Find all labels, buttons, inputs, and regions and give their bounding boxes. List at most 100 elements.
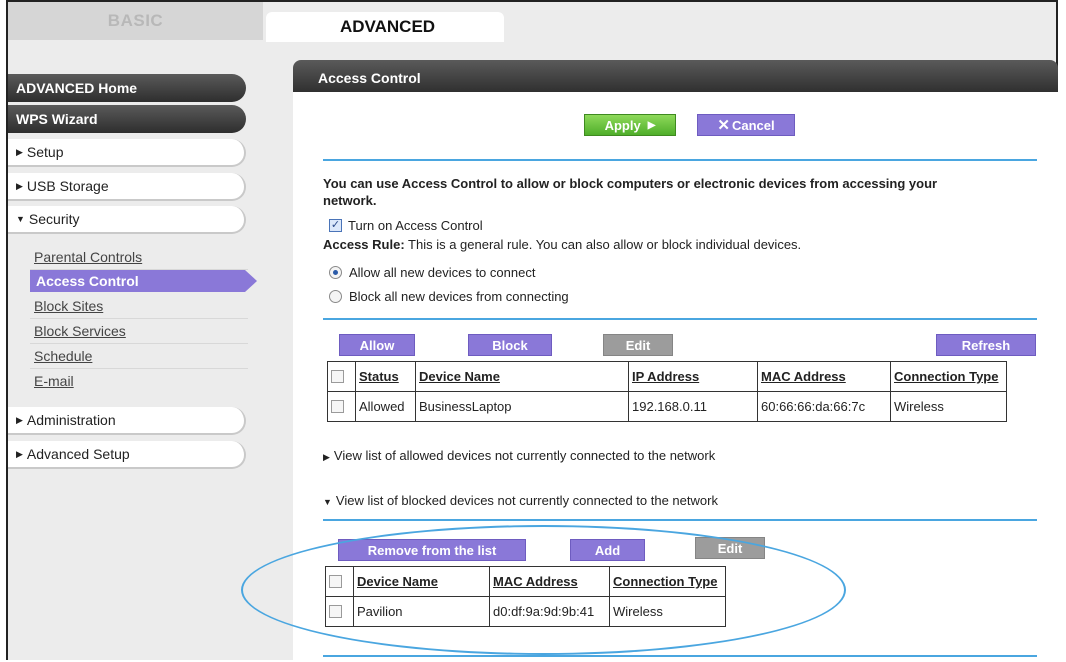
tab-advanced[interactable]: ADVANCED <box>266 12 504 42</box>
sidebar-divider <box>30 318 248 319</box>
sidebar-wps-wizard-label: WPS Wizard <box>16 111 98 127</box>
access-control-panel: Apply ▶ ✕ Cancel You can use Access Cont… <box>293 92 1058 662</box>
panel-title-text: Access Control <box>318 70 421 86</box>
allow-button-label: Allow <box>359 337 395 353</box>
remove-button-label: Remove from the list <box>367 542 497 558</box>
triangle-down-icon: ▼ <box>16 214 25 224</box>
ip-address-cell: 192.168.0.11 <box>628 391 758 422</box>
status-cell: Allowed <box>355 391 416 422</box>
sidebar-administration-label: Administration <box>26 412 116 428</box>
view-allowed-link[interactable]: ▶ View list of allowed devices not curren… <box>323 448 715 463</box>
blocked-edit-button-label: Edit <box>717 540 743 556</box>
select-all-cell <box>325 566 354 597</box>
triangle-down-icon: ▼ <box>323 497 332 507</box>
table-header-row: Device Name MAC Address Connection Type <box>325 566 726 597</box>
select-all-checkbox[interactable] <box>329 575 342 588</box>
col-connection-type[interactable]: Connection Type <box>609 566 726 597</box>
sidebar-setup[interactable]: ▶ Setup <box>8 139 246 167</box>
col-mac-address[interactable]: MAC Address <box>489 566 610 597</box>
sidebar-item-block-services[interactable]: Block Services <box>34 323 126 339</box>
active-arrow-icon <box>245 270 257 292</box>
section-divider <box>323 519 1037 521</box>
intro-text-line2: network. <box>323 193 377 208</box>
block-button-label: Block <box>492 337 528 353</box>
sidebar-item-email[interactable]: E-mail <box>34 373 74 389</box>
triangle-right-icon: ▶ <box>323 452 330 462</box>
col-connection-type[interactable]: Connection Type <box>890 361 1007 392</box>
sidebar-security-label: Security <box>28 211 80 227</box>
blocked-devices-table: Device Name MAC Address Connection Type … <box>325 566 726 627</box>
allow-all-radio[interactable] <box>329 266 342 279</box>
edit-button[interactable]: Edit <box>603 334 673 356</box>
turn-on-access-control-checkbox[interactable]: ✓ <box>329 219 342 232</box>
triangle-right-icon: ▶ <box>16 448 23 459</box>
panel-title: Access Control <box>293 60 1058 92</box>
sidebar-advanced-setup-label: Advanced Setup <box>26 446 130 462</box>
refresh-button[interactable]: Refresh <box>936 334 1036 356</box>
sidebar-advanced-home-label: ADVANCED Home <box>16 80 138 96</box>
col-device-name[interactable]: Device Name <box>415 361 629 392</box>
device-name-cell: Pavilion <box>353 596 490 627</box>
sidebar-administration[interactable]: ▶ Administration <box>8 407 246 435</box>
router-admin-frame: BASIC ADVANCED ADVANCED Home WPS Wizard … <box>6 0 1058 662</box>
triangle-right-icon: ▶ <box>16 146 23 157</box>
sidebar-usb-storage[interactable]: ▶ USB Storage <box>8 173 246 201</box>
col-ip-address[interactable]: IP Address <box>628 361 758 392</box>
table-row: Allowed BusinessLaptop 192.168.0.11 60:6… <box>327 391 1007 422</box>
section-divider <box>323 655 1037 657</box>
col-status[interactable]: Status <box>355 361 416 392</box>
block-all-label: Block all new devices from connecting <box>349 289 569 304</box>
table-header-row: Status Device Name IP Address MAC Addres… <box>327 361 1007 392</box>
table-row: Pavilion d0:df:9a:9d:9b:41 Wireless <box>325 596 726 627</box>
add-button[interactable]: Add <box>570 539 645 561</box>
sidebar-advanced-setup[interactable]: ▶ Advanced Setup <box>8 441 246 469</box>
block-all-radio[interactable] <box>329 290 342 303</box>
access-rule-text: Access Rule: This is a general rule. You… <box>323 237 801 252</box>
view-blocked-label: View list of blocked devices not current… <box>335 493 718 508</box>
add-button-label: Add <box>594 542 621 558</box>
row-checkbox[interactable] <box>331 400 344 413</box>
sidebar-security[interactable]: ▼ Security <box>8 206 246 234</box>
sidebar-item-block-sites[interactable]: Block Sites <box>34 298 103 314</box>
sidebar-divider <box>30 368 248 369</box>
section-divider <box>323 318 1037 320</box>
refresh-button-label: Refresh <box>961 337 1011 353</box>
row-select-cell <box>325 596 354 627</box>
sidebar-advanced-home[interactable]: ADVANCED Home <box>8 74 246 102</box>
sidebar-wps-wizard[interactable]: WPS Wizard <box>8 105 246 133</box>
triangle-right-icon: ▶ <box>16 414 23 425</box>
intro-text-line1: You can use Access Control to allow or b… <box>323 176 938 191</box>
mac-address-cell: 60:66:66:da:66:7c <box>757 391 891 422</box>
play-arrow-icon: ▶ <box>647 119 656 131</box>
access-rule-description: This is a general rule. You can also all… <box>408 237 802 252</box>
section-divider <box>323 159 1037 161</box>
sidebar-divider <box>30 343 248 344</box>
allow-all-label: Allow all new devices to connect <box>349 265 536 280</box>
mac-address-cell: d0:df:9a:9d:9b:41 <box>489 596 610 627</box>
allow-button[interactable]: Allow <box>339 334 415 356</box>
tab-basic[interactable]: BASIC <box>8 2 263 40</box>
sidebar-item-parental-controls[interactable]: Parental Controls <box>34 249 142 265</box>
view-blocked-link[interactable]: ▼ View list of blocked devices not curren… <box>323 493 718 508</box>
view-allowed-label: View list of allowed devices not current… <box>333 448 716 463</box>
connected-devices-table: Status Device Name IP Address MAC Addres… <box>327 361 1007 422</box>
cancel-button[interactable]: ✕ Cancel <box>697 114 795 136</box>
sidebar-item-schedule[interactable]: Schedule <box>34 348 92 364</box>
select-all-checkbox[interactable] <box>331 370 344 383</box>
col-device-name[interactable]: Device Name <box>353 566 490 597</box>
block-button[interactable]: Block <box>468 334 552 356</box>
select-all-cell <box>327 361 356 392</box>
sidebar-item-access-control[interactable]: Access Control <box>36 273 139 289</box>
connection-type-cell: Wireless <box>890 391 1007 422</box>
sidebar-usb-storage-label: USB Storage <box>26 178 109 194</box>
device-name-cell: BusinessLaptop <box>415 391 629 422</box>
apply-button[interactable]: Apply ▶ <box>584 114 676 136</box>
edit-button-label: Edit <box>625 337 651 353</box>
access-rule-label: Access Rule: <box>323 237 405 252</box>
apply-button-label: Apply <box>604 117 641 133</box>
remove-from-list-button[interactable]: Remove from the list <box>338 539 526 561</box>
blocked-edit-button[interactable]: Edit <box>695 537 765 559</box>
turn-on-access-control-label: Turn on Access Control <box>348 218 483 233</box>
row-checkbox[interactable] <box>329 605 342 618</box>
col-mac-address[interactable]: MAC Address <box>757 361 891 392</box>
